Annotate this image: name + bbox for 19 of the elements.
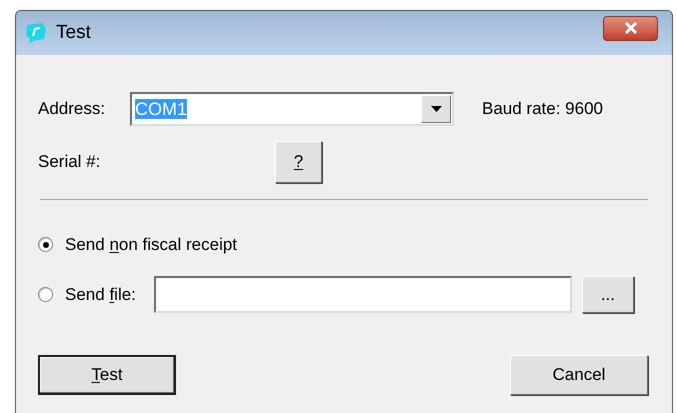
radio-button[interactable]	[38, 287, 53, 302]
app-icon	[24, 21, 48, 45]
dropdown-arrow-icon	[430, 106, 442, 112]
window-title: Test	[56, 20, 92, 45]
serial-query-button[interactable]: ?	[275, 141, 322, 183]
dialog-button[interactable]: Test	[38, 355, 176, 395]
combobox-value: COM1	[135, 98, 188, 120]
dialog-button[interactable]: Cancel	[510, 355, 648, 395]
address-label: Address:	[38, 98, 106, 120]
browse-button[interactable]: ...	[582, 276, 634, 313]
baud-rate-label: Baud rate: 9600	[482, 98, 603, 120]
serial-label: Serial #:	[38, 151, 102, 174]
close-icon	[624, 22, 638, 34]
file-path-field[interactable]	[154, 276, 572, 313]
radio-label: Send file:	[65, 284, 136, 306]
dropdown-button[interactable]	[421, 95, 451, 123]
radio-button[interactable]	[38, 237, 53, 252]
radio-label: Send non fiscal receipt	[65, 234, 238, 256]
close-button[interactable]	[603, 16, 658, 40]
